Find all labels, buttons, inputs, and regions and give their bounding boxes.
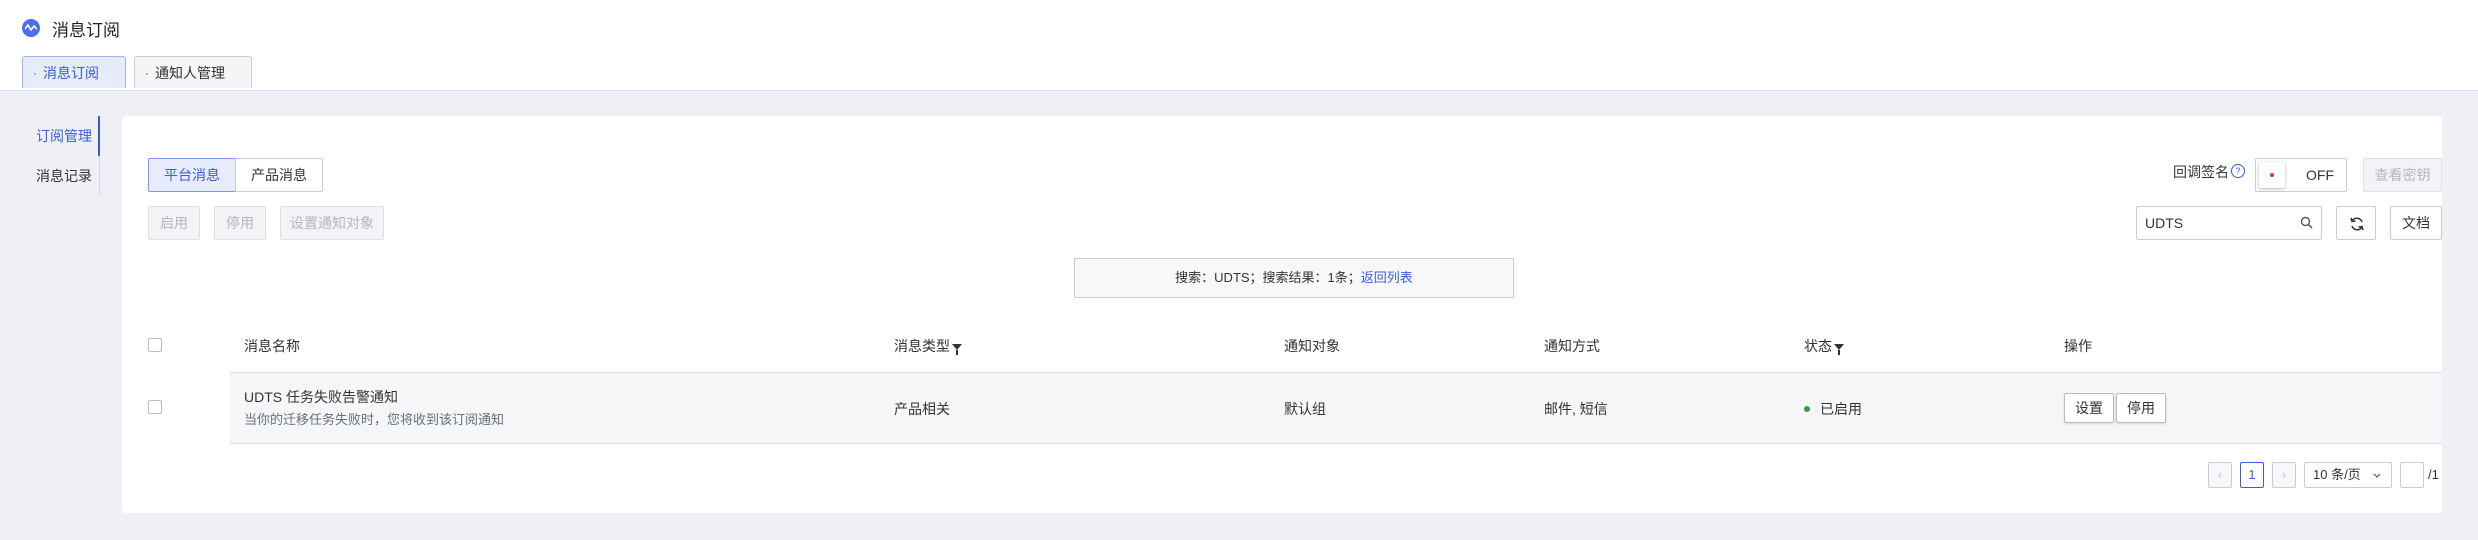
logo-icon: [22, 19, 40, 37]
status-text: 已启用: [1820, 401, 1862, 417]
status-badge: 已启用: [1804, 399, 1862, 419]
segment-product-messages[interactable]: 产品消息: [235, 158, 323, 192]
back-to-list-link[interactable]: 返回列表: [1361, 270, 1413, 285]
refresh-icon: [2350, 217, 2364, 231]
message-name: UDTS 任务失败告警通知: [244, 389, 398, 405]
tab-label: 消息订阅: [43, 65, 99, 81]
set-notify-target-button[interactable]: 设置通知对象: [280, 206, 384, 240]
callback-signature-text: 回调签名: [2173, 164, 2229, 180]
select-all-checkbox[interactable]: [148, 338, 162, 352]
search-result-text: 搜索：UDTS；搜索结果：1条；: [1175, 270, 1361, 285]
page-size-value: 10 条/页: [2313, 467, 2361, 482]
disable-button[interactable]: 停用: [214, 206, 266, 240]
column-header-status[interactable]: 状态: [1804, 336, 1844, 356]
table-row: UDTS 任务失败告警通知 当你的迁移任务失败时，您将收到该订阅通知 产品相关 …: [230, 372, 2442, 444]
page-1-button[interactable]: 1: [2240, 462, 2264, 488]
page-jump-input[interactable]: [2400, 462, 2424, 488]
tab-dot-icon: ·: [145, 66, 149, 80]
sidebar-item-message-records[interactable]: 消息记录: [22, 156, 100, 196]
sidebar-item-subscription-management[interactable]: 订阅管理: [22, 116, 100, 156]
help-icon[interactable]: ?: [2231, 164, 2245, 178]
notify-method: 邮件, 短信: [1544, 401, 1608, 417]
callback-signature-toggle[interactable]: OFF: [2255, 158, 2347, 192]
column-header-name: 消息名称: [244, 338, 300, 354]
tab-label: 通知人管理: [155, 65, 225, 81]
sidebar: 订阅管理 消息记录: [22, 116, 100, 196]
filter-icon[interactable]: [1834, 344, 1844, 355]
chevron-down-icon: [2373, 473, 2381, 478]
column-header-actions: 操作: [2064, 338, 2092, 354]
docs-button[interactable]: 文档: [2390, 206, 2442, 240]
row-disable-button[interactable]: 停用: [2116, 393, 2166, 423]
search-result-banner: 搜索：UDTS；搜索结果：1条；返回列表: [1074, 258, 1514, 298]
enable-button[interactable]: 启用: [148, 206, 200, 240]
settings-button[interactable]: 设置: [2064, 393, 2114, 423]
prev-page-button[interactable]: ‹: [2208, 462, 2232, 488]
status-dot-icon: [1804, 406, 1810, 412]
total-pages: /1: [2428, 467, 2439, 482]
column-header-method: 通知方式: [1544, 338, 1600, 354]
top-bar: 消息订阅 · 消息订阅 · 通知人管理: [0, 0, 2478, 91]
column-header-type-label: 消息类型: [894, 338, 950, 354]
view-key-button[interactable]: 查看密钥: [2363, 158, 2442, 192]
page-title: 消息订阅: [52, 21, 120, 40]
callback-signature-label: 回调签名?: [2173, 162, 2245, 182]
message-description: 当你的迁移任务失败时，您将收到该订阅通知: [244, 412, 505, 427]
refresh-button[interactable]: [2336, 206, 2376, 240]
search-icon[interactable]: [2300, 216, 2313, 229]
tab-subscription[interactable]: · 消息订阅: [22, 56, 126, 88]
tab-notifier-management[interactable]: · 通知人管理: [134, 56, 252, 88]
column-header-status-label: 状态: [1804, 338, 1832, 354]
column-header-type[interactable]: 消息类型: [894, 336, 962, 356]
segment-platform-messages[interactable]: 平台消息: [148, 158, 236, 192]
page-size-select[interactable]: 10 条/页: [2304, 462, 2392, 488]
next-page-button[interactable]: ›: [2272, 462, 2296, 488]
filter-icon[interactable]: [952, 344, 962, 355]
search-input-value: UDTS: [2145, 215, 2184, 231]
search-input[interactable]: UDTS: [2136, 206, 2322, 240]
notify-target: 默认组: [1284, 401, 1326, 417]
column-header-target: 通知对象: [1284, 338, 1340, 354]
toggle-knob: [2259, 162, 2285, 188]
main-card: 平台消息 产品消息 启用 停用 设置通知对象 回调签名? OFF 查看密钥 UD…: [122, 116, 2442, 513]
toggle-state-label: OFF: [2306, 167, 2334, 183]
message-type: 产品相关: [894, 401, 950, 417]
tab-dot-icon: ·: [33, 66, 37, 80]
row-checkbox[interactable]: [148, 400, 162, 414]
